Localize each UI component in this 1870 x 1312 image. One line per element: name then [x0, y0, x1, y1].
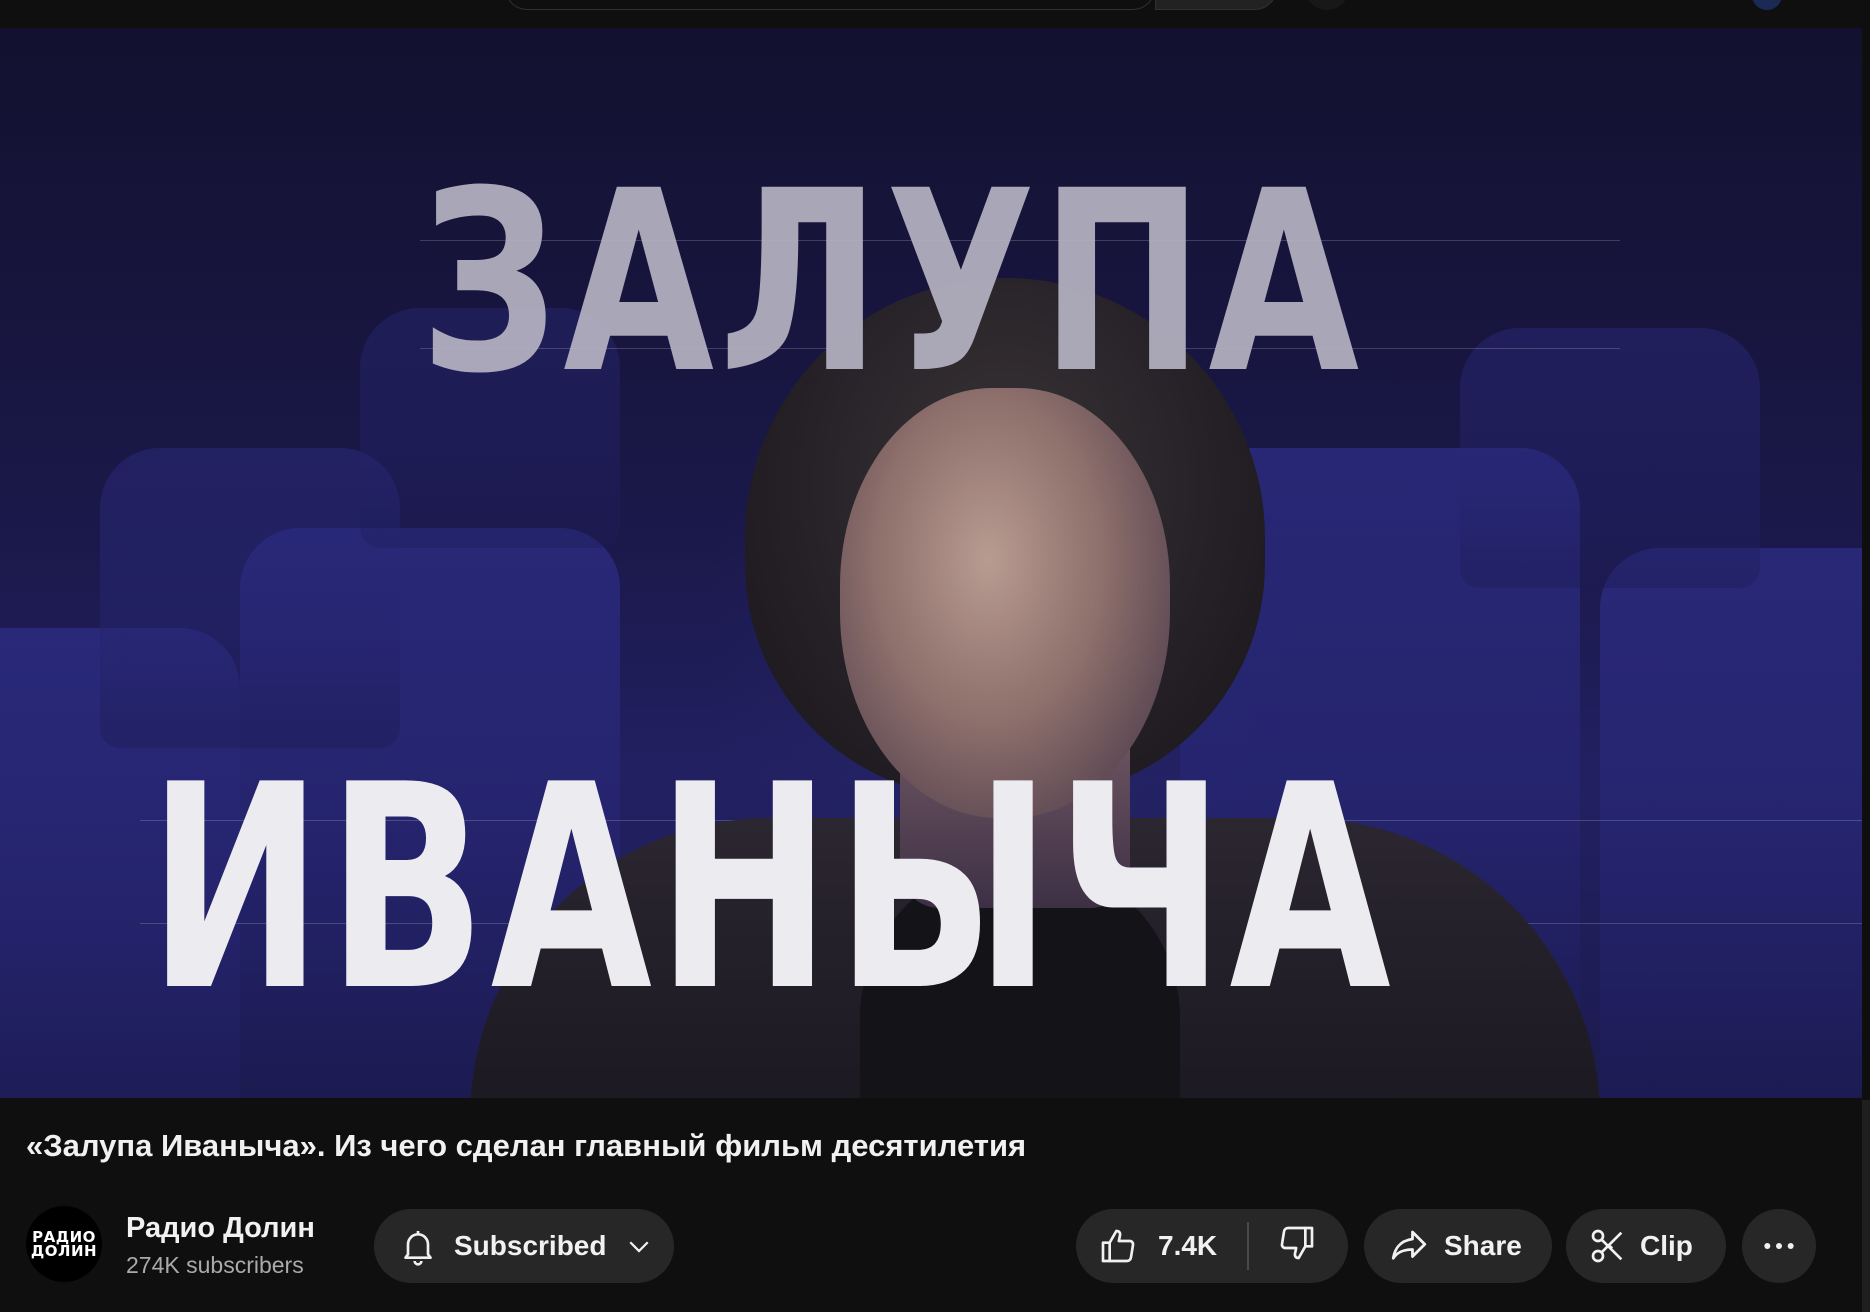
thumbs-up-icon [1101, 1229, 1135, 1263]
clip-label: Clip [1640, 1230, 1693, 1261]
like-divider [1247, 1222, 1250, 1270]
thumbnail-title-line2: ИВАНЫЧА [148, 724, 1396, 1053]
video-title: «Залупа Иваныча». Из чего сделан главный… [26, 1128, 1027, 1163]
avatar-text-line2: ДОЛИН [30, 1242, 98, 1260]
page-scrollbar[interactable] [1862, 1100, 1870, 1312]
like-button[interactable]: 7.4K [1076, 1209, 1217, 1283]
scissors-icon [1591, 1229, 1623, 1263]
like-count: 7.4K [1158, 1230, 1218, 1261]
thumbs-down-icon [1280, 1226, 1314, 1259]
cinema-seat [100, 448, 400, 748]
clip-button[interactable]: Clip [1566, 1209, 1726, 1283]
subscribe-button[interactable]: Subscribed [374, 1209, 674, 1283]
bell-icon [404, 1231, 432, 1266]
masthead [0, 0, 1870, 28]
share-arrow-icon [1391, 1230, 1427, 1260]
subscriber-count: 274K subscribers [126, 1252, 304, 1278]
dislike-button[interactable] [1277, 1223, 1317, 1270]
account-avatar[interactable] [1752, 0, 1782, 10]
channel-name[interactable]: Радио Долин [126, 1212, 315, 1245]
like-dislike-group: 7.4K [1076, 1209, 1348, 1283]
channel-avatar[interactable]: РАДИО ДОЛИН [26, 1206, 102, 1282]
more-horizontal-icon [1764, 1243, 1794, 1249]
subscribe-label: Subscribed [454, 1230, 607, 1261]
voice-search-button[interactable] [1305, 0, 1349, 10]
chevron-down-icon [629, 1241, 650, 1253]
share-label: Share [1444, 1230, 1522, 1261]
share-button[interactable]: Share [1364, 1209, 1552, 1283]
search-button[interactable] [1155, 0, 1277, 10]
video-player[interactable]: ЗАЛУПА ИВАНЫЧА [0, 28, 1862, 1098]
video-owner-row: РАДИО ДОЛИН Радио Долин 274K subscribers… [26, 1200, 1826, 1283]
thumbnail-title-line1: ЗАЛУПА [420, 137, 1364, 428]
more-actions-button[interactable] [1742, 1209, 1816, 1283]
cinema-seat [1460, 328, 1760, 588]
cinema-seat [1600, 548, 1862, 1098]
search-input[interactable] [505, 0, 1155, 10]
